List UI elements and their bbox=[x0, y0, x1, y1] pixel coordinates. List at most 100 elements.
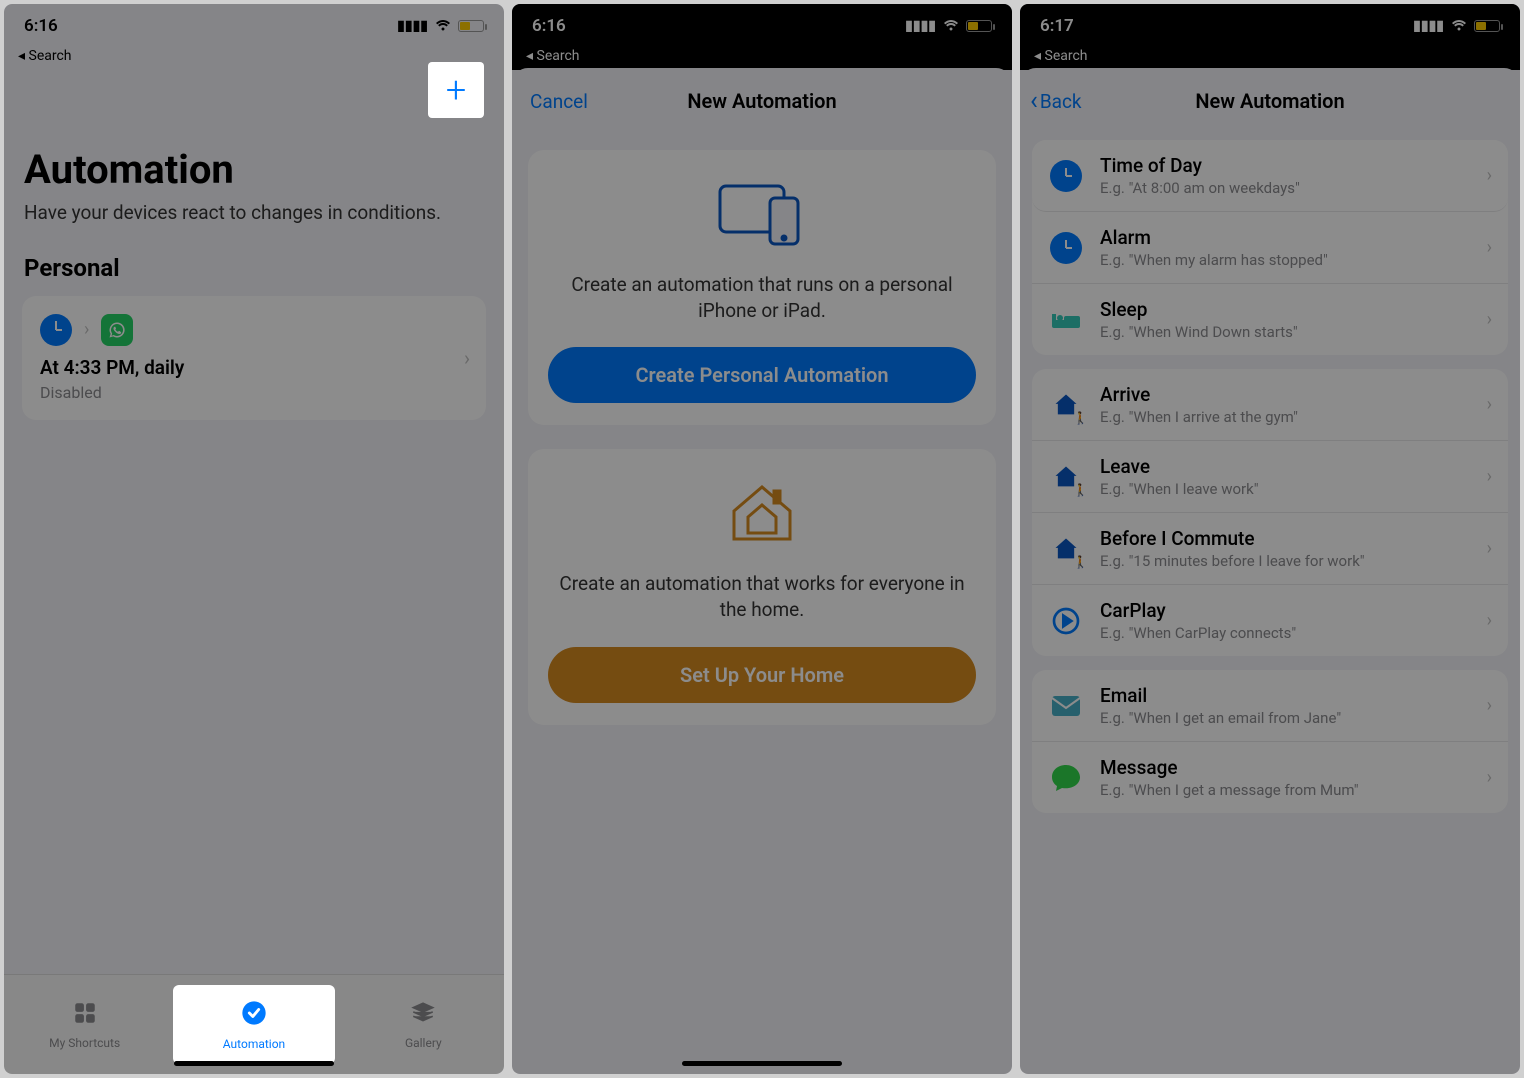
screen-automation-list: 6:16 ▮▮▮▮ ◂ Search + Automation Have you… bbox=[4, 4, 504, 1074]
trigger-subtitle: E.g. "At 8:00 am on weekdays" bbox=[1100, 179, 1300, 197]
automation-status: Disabled bbox=[40, 383, 468, 402]
back-to-search[interactable]: ◂ Search bbox=[1020, 48, 1520, 70]
tab-label: Gallery bbox=[405, 1036, 442, 1050]
chevron-right-icon: › bbox=[1487, 394, 1492, 415]
tab-my-shortcuts[interactable]: My Shortcuts bbox=[4, 975, 165, 1074]
trigger-group-communication: Email E.g. "When I get an email from Jan… bbox=[1032, 670, 1508, 813]
trigger-subtitle: E.g. "When CarPlay connects" bbox=[1100, 624, 1296, 642]
tab-gallery[interactable]: Gallery bbox=[343, 975, 504, 1074]
commute-icon: 🚶 bbox=[1048, 531, 1084, 567]
trigger-email[interactable]: Email E.g. "When I get an email from Jan… bbox=[1032, 670, 1508, 742]
page-subtitle: Have your devices react to changes in co… bbox=[4, 201, 504, 246]
chevron-right-icon: › bbox=[1487, 695, 1492, 716]
status-bar: 6:16 ▮▮▮▮ bbox=[4, 4, 504, 48]
chevron-right-icon: › bbox=[1487, 538, 1492, 559]
devices-icon bbox=[712, 178, 812, 252]
chevron-right-icon: › bbox=[1487, 237, 1492, 258]
trigger-title: Alarm bbox=[1100, 226, 1328, 249]
tab-automation[interactable]: Automation bbox=[173, 985, 334, 1064]
trigger-alarm[interactable]: Alarm E.g. "When my alarm has stopped" › bbox=[1032, 212, 1508, 284]
home-automation-card: Create an automation that works for ever… bbox=[528, 449, 996, 724]
trigger-subtitle: E.g. "When I get a message from Mum" bbox=[1100, 781, 1359, 799]
modal-sheet: ‹ Back New Automation Time of Day E.g. "… bbox=[1020, 68, 1520, 1074]
trigger-subtitle: E.g. "15 minutes before I leave for work… bbox=[1100, 552, 1365, 570]
chevron-right-icon: › bbox=[1487, 767, 1492, 788]
cellular-icon: ▮▮▮▮ bbox=[905, 18, 936, 34]
chevron-right-icon: › bbox=[1487, 309, 1492, 330]
trigger-carplay[interactable]: CarPlay E.g. "When CarPlay connects" › bbox=[1032, 585, 1508, 656]
personal-desc: Create an automation that runs on a pers… bbox=[548, 272, 976, 323]
bed-icon bbox=[1048, 302, 1084, 338]
cellular-icon: ▮▮▮▮ bbox=[1413, 18, 1444, 34]
trigger-title: Message bbox=[1100, 756, 1359, 779]
modal-sheet: Cancel New Automation Create an automati… bbox=[512, 68, 1012, 1074]
trigger-group-time: Time of Day E.g. "At 8:00 am on weekdays… bbox=[1032, 140, 1508, 355]
personal-automation-card: Create an automation that runs on a pers… bbox=[528, 150, 996, 425]
chevron-right-icon: › bbox=[464, 346, 470, 370]
screen-new-automation-type: 6:16 ▮▮▮▮ ◂ Search Cancel New Automation… bbox=[512, 4, 1012, 1074]
plus-icon: + bbox=[446, 69, 466, 111]
grid-icon bbox=[72, 1000, 98, 1032]
trigger-leave[interactable]: 🚶 Leave E.g. "When I leave work" › bbox=[1032, 441, 1508, 513]
clock-icon bbox=[40, 314, 72, 346]
clock-time: 6:17 bbox=[1040, 16, 1074, 36]
trigger-before-commute[interactable]: 🚶 Before I Commute E.g. "15 minutes befo… bbox=[1032, 513, 1508, 585]
chevron-left-icon: ‹ bbox=[1030, 86, 1038, 116]
trigger-time-of-day[interactable]: Time of Day E.g. "At 8:00 am on weekdays… bbox=[1032, 140, 1508, 212]
trigger-arrive[interactable]: 🚶 Arrive E.g. "When I arrive at the gym"… bbox=[1032, 369, 1508, 441]
carplay-icon bbox=[1048, 603, 1084, 639]
trigger-title: Arrive bbox=[1100, 383, 1298, 406]
automation-card[interactable]: › At 4:33 PM, daily Disabled › bbox=[22, 296, 486, 420]
sheet-title: New Automation bbox=[687, 89, 836, 113]
battery-icon bbox=[458, 20, 484, 32]
chevron-right-icon: › bbox=[1487, 165, 1492, 186]
gallery-icon bbox=[410, 1000, 436, 1032]
trigger-title: Email bbox=[1100, 684, 1341, 707]
status-bar: 6:16 ▮▮▮▮ bbox=[512, 4, 1012, 48]
battery-icon bbox=[1474, 20, 1500, 32]
page-title: Automation bbox=[4, 118, 504, 201]
home-icon bbox=[722, 477, 802, 551]
chevron-right-icon: › bbox=[1487, 466, 1492, 487]
sheet-title: New Automation bbox=[1195, 89, 1344, 113]
sheet-nav: Cancel New Automation bbox=[512, 76, 1012, 126]
tab-label: Automation bbox=[223, 1037, 285, 1051]
wifi-icon bbox=[942, 18, 960, 35]
trigger-title: Leave bbox=[1100, 455, 1259, 478]
cellular-icon: ▮▮▮▮ bbox=[397, 18, 428, 34]
chevron-right-icon: › bbox=[1487, 610, 1492, 631]
clock-time: 6:16 bbox=[24, 16, 58, 36]
trigger-title: Sleep bbox=[1100, 298, 1298, 321]
tab-bar: My Shortcuts Automation Gallery bbox=[4, 974, 504, 1074]
trigger-title: Time of Day bbox=[1100, 154, 1300, 177]
back-to-search[interactable]: ◂ Search bbox=[512, 48, 1012, 70]
trigger-subtitle: E.g. "When my alarm has stopped" bbox=[1100, 251, 1328, 269]
trigger-sleep[interactable]: Sleep E.g. "When Wind Down starts" › bbox=[1032, 284, 1508, 355]
trigger-subtitle: E.g. "When I arrive at the gym" bbox=[1100, 408, 1298, 426]
trigger-title: CarPlay bbox=[1100, 599, 1296, 622]
clock-time: 6:16 bbox=[532, 16, 566, 36]
status-bar: 6:17 ▮▮▮▮ bbox=[1020, 4, 1520, 48]
trigger-subtitle: E.g. "When I leave work" bbox=[1100, 480, 1259, 498]
wifi-icon bbox=[1450, 18, 1468, 35]
clock-icon bbox=[1048, 158, 1084, 194]
cancel-button[interactable]: Cancel bbox=[530, 90, 588, 113]
trigger-title: Before I Commute bbox=[1100, 527, 1365, 550]
arrow-icon: › bbox=[84, 319, 89, 340]
trigger-subtitle: E.g. "When Wind Down starts" bbox=[1100, 323, 1298, 341]
battery-icon bbox=[966, 20, 992, 32]
screen-trigger-list: 6:17 ▮▮▮▮ ◂ Search ‹ Back New Automation… bbox=[1020, 4, 1520, 1074]
back-button[interactable]: ‹ Back bbox=[1030, 86, 1082, 116]
setup-home-button[interactable]: Set Up Your Home bbox=[548, 647, 976, 703]
tab-label: My Shortcuts bbox=[49, 1036, 120, 1050]
add-automation-button[interactable]: + bbox=[428, 62, 484, 118]
create-personal-automation-button[interactable]: Create Personal Automation bbox=[548, 347, 976, 403]
mail-icon bbox=[1048, 688, 1084, 724]
whatsapp-icon bbox=[101, 314, 133, 346]
trigger-message[interactable]: Message E.g. "When I get a message from … bbox=[1032, 742, 1508, 813]
home-indicator[interactable] bbox=[682, 1061, 842, 1066]
wifi-icon bbox=[434, 18, 452, 35]
home-desc: Create an automation that works for ever… bbox=[548, 571, 976, 622]
trigger-group-location: 🚶 Arrive E.g. "When I arrive at the gym"… bbox=[1032, 369, 1508, 656]
home-indicator[interactable] bbox=[174, 1061, 334, 1066]
